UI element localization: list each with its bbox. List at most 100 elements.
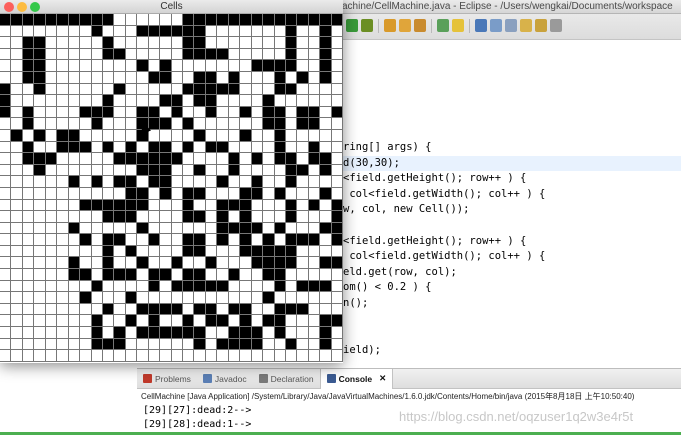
dead-cell[interactable] [22, 129, 35, 142]
dead-cell[interactable] [297, 60, 309, 72]
dead-cell[interactable] [148, 350, 161, 362]
alive-cell[interactable] [205, 257, 218, 270]
alive-cell[interactable] [251, 245, 264, 258]
dead-cell[interactable] [228, 129, 241, 142]
alive-cell[interactable] [263, 292, 275, 304]
alive-cell[interactable] [183, 118, 195, 130]
alive-cell[interactable] [194, 95, 206, 107]
dead-cell[interactable] [80, 37, 92, 49]
dead-cell[interactable] [331, 153, 343, 165]
alive-cell[interactable] [251, 153, 264, 165]
dead-cell[interactable] [331, 118, 343, 130]
dead-cell[interactable] [240, 95, 252, 107]
alive-cell[interactable] [205, 48, 218, 61]
dead-cell[interactable] [308, 129, 321, 142]
dead-cell[interactable] [171, 187, 183, 200]
dead-cell[interactable] [171, 129, 183, 142]
alive-cell[interactable] [183, 245, 195, 258]
dead-cell[interactable] [11, 37, 23, 49]
dead-cell[interactable] [22, 303, 35, 316]
alive-cell[interactable] [285, 25, 298, 38]
alive-cell[interactable] [263, 60, 275, 72]
dead-cell[interactable] [125, 37, 138, 49]
alive-cell[interactable] [320, 48, 332, 61]
alive-cell[interactable] [240, 106, 252, 119]
alive-cell[interactable] [263, 245, 275, 258]
dead-cell[interactable] [102, 187, 115, 200]
dead-cell[interactable] [114, 350, 126, 362]
alive-cell[interactable] [80, 292, 92, 304]
dead-cell[interactable] [205, 60, 218, 72]
alive-cell[interactable] [160, 153, 172, 165]
dead-cell[interactable] [183, 292, 195, 304]
dead-cell[interactable] [148, 14, 161, 26]
dead-cell[interactable] [0, 350, 12, 362]
dead-cell[interactable] [171, 71, 183, 84]
dead-cell[interactable] [68, 211, 81, 223]
alive-cell[interactable] [285, 83, 298, 96]
dead-cell[interactable] [34, 234, 46, 246]
dead-cell[interactable] [57, 118, 69, 130]
dead-cell[interactable] [114, 106, 126, 119]
alive-cell[interactable] [297, 164, 309, 177]
dead-cell[interactable] [22, 95, 35, 107]
dead-cell[interactable] [297, 257, 309, 270]
dead-cell[interactable] [297, 25, 309, 38]
dead-cell[interactable] [57, 350, 69, 362]
dead-cell[interactable] [80, 118, 92, 130]
dead-cell[interactable] [171, 292, 183, 304]
dead-cell[interactable] [331, 269, 343, 281]
dead-cell[interactable] [240, 153, 252, 165]
alive-cell[interactable] [274, 269, 286, 281]
alive-cell[interactable] [102, 234, 115, 246]
alive-cell[interactable] [240, 315, 252, 328]
dead-cell[interactable] [91, 71, 103, 84]
dead-cell[interactable] [57, 280, 69, 293]
alive-cell[interactable] [102, 106, 115, 119]
dead-cell[interactable] [297, 211, 309, 223]
dead-cell[interactable] [251, 118, 264, 130]
dead-cell[interactable] [320, 234, 332, 246]
alive-cell[interactable] [285, 303, 298, 316]
alive-cell[interactable] [217, 176, 229, 188]
dead-cell[interactable] [114, 14, 126, 26]
alive-cell[interactable] [34, 83, 46, 96]
dead-cell[interactable] [251, 234, 264, 246]
dead-cell[interactable] [45, 245, 58, 258]
alive-cell[interactable] [285, 37, 298, 49]
chevron-down-icon[interactable] [550, 19, 562, 32]
show-whitespace-icon[interactable] [490, 19, 502, 32]
dead-cell[interactable] [217, 71, 229, 84]
alive-cell[interactable] [183, 199, 195, 212]
dead-cell[interactable] [11, 292, 23, 304]
dead-cell[interactable] [80, 164, 92, 177]
dead-cell[interactable] [45, 129, 58, 142]
alive-cell[interactable] [320, 187, 332, 200]
alive-cell[interactable] [68, 129, 81, 142]
dead-cell[interactable] [91, 350, 103, 362]
dead-cell[interactable] [217, 327, 229, 339]
alive-cell[interactable] [240, 129, 252, 142]
alive-cell[interactable] [148, 176, 161, 188]
dead-cell[interactable] [80, 280, 92, 293]
dead-cell[interactable] [57, 234, 69, 246]
dead-cell[interactable] [148, 60, 161, 72]
alive-cell[interactable] [34, 60, 46, 72]
alive-cell[interactable] [22, 71, 35, 84]
alive-cell[interactable] [171, 280, 183, 293]
dead-cell[interactable] [297, 153, 309, 165]
dead-cell[interactable] [91, 269, 103, 281]
alive-cell[interactable] [228, 269, 241, 281]
dead-cell[interactable] [80, 153, 92, 165]
alive-cell[interactable] [194, 83, 206, 96]
dead-cell[interactable] [137, 245, 149, 258]
dead-cell[interactable] [34, 292, 46, 304]
alive-cell[interactable] [102, 37, 115, 49]
alive-cell[interactable] [205, 303, 218, 316]
dead-cell[interactable] [57, 315, 69, 328]
dead-cell[interactable] [217, 129, 229, 142]
dead-cell[interactable] [205, 153, 218, 165]
alive-cell[interactable] [137, 25, 149, 38]
alive-cell[interactable] [308, 280, 321, 293]
dead-cell[interactable] [102, 164, 115, 177]
